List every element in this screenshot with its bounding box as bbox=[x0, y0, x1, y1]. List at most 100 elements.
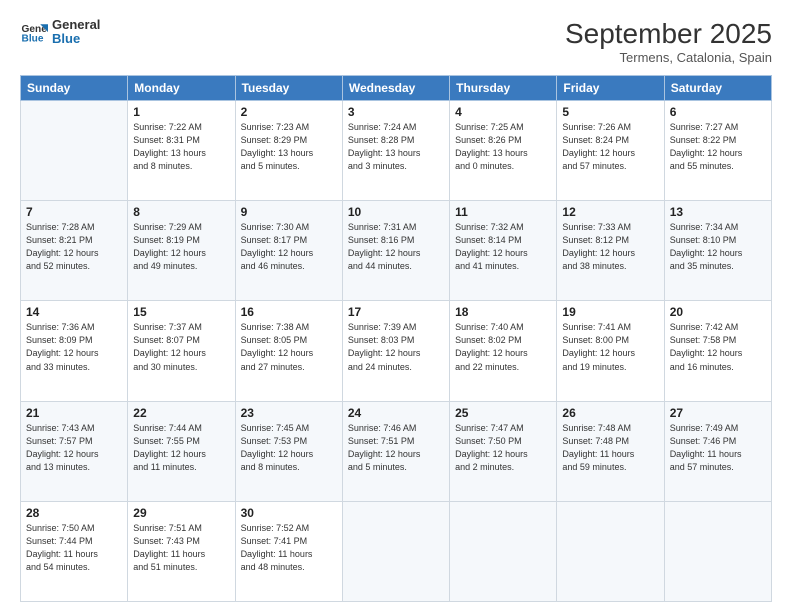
title-block: September 2025 Termens, Catalonia, Spain bbox=[565, 18, 772, 65]
day-number: 30 bbox=[241, 506, 337, 520]
day-info: Sunrise: 7:47 AM Sunset: 7:50 PM Dayligh… bbox=[455, 422, 551, 474]
calendar-cell: 5 Sunrise: 7:26 AM Sunset: 8:24 PM Daylig… bbox=[557, 101, 664, 201]
day-info: Sunrise: 7:41 AM Sunset: 8:00 PM Dayligh… bbox=[562, 321, 658, 373]
logo: General Blue General Blue bbox=[20, 18, 100, 47]
calendar-cell: 6Sunrise: 7:27 AM Sunset: 8:22 PM Daylig… bbox=[664, 101, 771, 201]
day-info: Sunrise: 7:32 AM Sunset: 8:14 PM Dayligh… bbox=[455, 221, 551, 273]
day-info: Sunrise: 7:45 AM Sunset: 7:53 PM Dayligh… bbox=[241, 422, 337, 474]
day-info: Sunrise: 7:50 AM Sunset: 7:44 PM Dayligh… bbox=[26, 522, 122, 574]
calendar-cell bbox=[450, 501, 557, 601]
calendar-cell: 3 Sunrise: 7:24 AM Sunset: 8:28 PM Daylig… bbox=[342, 101, 449, 201]
calendar-cell: 19 Sunrise: 7:41 AM Sunset: 8:00 PM Dayli… bbox=[557, 301, 664, 401]
day-info: Sunrise: 7:28 AM Sunset: 8:21 PM Dayligh… bbox=[26, 221, 122, 273]
day-number: 21 bbox=[26, 406, 122, 420]
calendar-cell: 21 Sunrise: 7:43 AM Sunset: 7:57 PM Dayli… bbox=[21, 401, 128, 501]
logo-blue: Blue bbox=[52, 32, 100, 46]
calendar-cell: 27 Sunrise: 7:49 AM Sunset: 7:46 PM Dayli… bbox=[664, 401, 771, 501]
weekday-monday: Monday bbox=[128, 76, 235, 101]
weekday-friday: Friday bbox=[557, 76, 664, 101]
day-number: 26 bbox=[562, 406, 658, 420]
calendar-cell: 10Sunrise: 7:31 AM Sunset: 8:16 PM Dayli… bbox=[342, 201, 449, 301]
day-number: 4 bbox=[455, 105, 551, 119]
day-number: 29 bbox=[133, 506, 229, 520]
day-info: Sunrise: 7:46 AM Sunset: 7:51 PM Dayligh… bbox=[348, 422, 444, 474]
day-number: 14 bbox=[26, 305, 122, 319]
calendar-cell: 13Sunrise: 7:34 AM Sunset: 8:10 PM Dayli… bbox=[664, 201, 771, 301]
day-info: Sunrise: 7:39 AM Sunset: 8:03 PM Dayligh… bbox=[348, 321, 444, 373]
day-number: 16 bbox=[241, 305, 337, 319]
day-number: 15 bbox=[133, 305, 229, 319]
day-number: 25 bbox=[455, 406, 551, 420]
day-info: Sunrise: 7:44 AM Sunset: 7:55 PM Dayligh… bbox=[133, 422, 229, 474]
calendar-cell: 8 Sunrise: 7:29 AM Sunset: 8:19 PM Daylig… bbox=[128, 201, 235, 301]
day-info: Sunrise: 7:23 AM Sunset: 8:29 PM Dayligh… bbox=[241, 121, 337, 173]
day-info: Sunrise: 7:30 AM Sunset: 8:17 PM Dayligh… bbox=[241, 221, 337, 273]
day-number: 17 bbox=[348, 305, 444, 319]
weekday-tuesday: Tuesday bbox=[235, 76, 342, 101]
day-info: Sunrise: 7:36 AM Sunset: 8:09 PM Dayligh… bbox=[26, 321, 122, 373]
day-number: 9 bbox=[241, 205, 337, 219]
day-info: Sunrise: 7:25 AM Sunset: 8:26 PM Dayligh… bbox=[455, 121, 551, 173]
weekday-saturday: Saturday bbox=[664, 76, 771, 101]
calendar-cell: 30 Sunrise: 7:52 AM Sunset: 7:41 PM Dayli… bbox=[235, 501, 342, 601]
calendar: SundayMondayTuesdayWednesdayThursdayFrid… bbox=[20, 75, 772, 602]
week-row-4: 21 Sunrise: 7:43 AM Sunset: 7:57 PM Dayli… bbox=[21, 401, 772, 501]
location: Termens, Catalonia, Spain bbox=[565, 50, 772, 65]
week-row-3: 14 Sunrise: 7:36 AM Sunset: 8:09 PM Dayli… bbox=[21, 301, 772, 401]
calendar-cell: 26 Sunrise: 7:48 AM Sunset: 7:48 PM Dayli… bbox=[557, 401, 664, 501]
calendar-cell: 23 Sunrise: 7:45 AM Sunset: 7:53 PM Dayli… bbox=[235, 401, 342, 501]
day-number: 19 bbox=[562, 305, 658, 319]
calendar-cell: 11 Sunrise: 7:32 AM Sunset: 8:14 PM Dayli… bbox=[450, 201, 557, 301]
day-info: Sunrise: 7:29 AM Sunset: 8:19 PM Dayligh… bbox=[133, 221, 229, 273]
calendar-cell: 24Sunrise: 7:46 AM Sunset: 7:51 PM Dayli… bbox=[342, 401, 449, 501]
day-number: 3 bbox=[348, 105, 444, 119]
weekday-header-row: SundayMondayTuesdayWednesdayThursdayFrid… bbox=[21, 76, 772, 101]
week-row-1: 1 Sunrise: 7:22 AM Sunset: 8:31 PM Daylig… bbox=[21, 101, 772, 201]
calendar-cell bbox=[21, 101, 128, 201]
weekday-sunday: Sunday bbox=[21, 76, 128, 101]
calendar-cell bbox=[557, 501, 664, 601]
day-number: 10 bbox=[348, 205, 444, 219]
day-info: Sunrise: 7:24 AM Sunset: 8:28 PM Dayligh… bbox=[348, 121, 444, 173]
day-number: 8 bbox=[133, 205, 229, 219]
day-info: Sunrise: 7:52 AM Sunset: 7:41 PM Dayligh… bbox=[241, 522, 337, 574]
day-number: 11 bbox=[455, 205, 551, 219]
day-info: Sunrise: 7:33 AM Sunset: 8:12 PM Dayligh… bbox=[562, 221, 658, 273]
day-info: Sunrise: 7:49 AM Sunset: 7:46 PM Dayligh… bbox=[670, 422, 766, 474]
calendar-cell: 29 Sunrise: 7:51 AM Sunset: 7:43 PM Dayli… bbox=[128, 501, 235, 601]
day-number: 12 bbox=[562, 205, 658, 219]
day-info: Sunrise: 7:26 AM Sunset: 8:24 PM Dayligh… bbox=[562, 121, 658, 173]
calendar-cell: 2Sunrise: 7:23 AM Sunset: 8:29 PM Daylig… bbox=[235, 101, 342, 201]
page-header: General Blue General Blue September 2025… bbox=[20, 18, 772, 65]
calendar-cell: 18Sunrise: 7:40 AM Sunset: 8:02 PM Dayli… bbox=[450, 301, 557, 401]
week-row-5: 28 Sunrise: 7:50 AM Sunset: 7:44 PM Dayli… bbox=[21, 501, 772, 601]
day-number: 5 bbox=[562, 105, 658, 119]
logo-text: General bbox=[52, 18, 100, 32]
month-title: September 2025 bbox=[565, 18, 772, 50]
calendar-cell: 22Sunrise: 7:44 AM Sunset: 7:55 PM Dayli… bbox=[128, 401, 235, 501]
weekday-wednesday: Wednesday bbox=[342, 76, 449, 101]
day-info: Sunrise: 7:43 AM Sunset: 7:57 PM Dayligh… bbox=[26, 422, 122, 474]
day-info: Sunrise: 7:51 AM Sunset: 7:43 PM Dayligh… bbox=[133, 522, 229, 574]
calendar-cell: 7 Sunrise: 7:28 AM Sunset: 8:21 PM Daylig… bbox=[21, 201, 128, 301]
day-number: 18 bbox=[455, 305, 551, 319]
day-number: 7 bbox=[26, 205, 122, 219]
day-number: 28 bbox=[26, 506, 122, 520]
day-number: 1 bbox=[133, 105, 229, 119]
calendar-cell: 17 Sunrise: 7:39 AM Sunset: 8:03 PM Dayli… bbox=[342, 301, 449, 401]
calendar-cell: 16Sunrise: 7:38 AM Sunset: 8:05 PM Dayli… bbox=[235, 301, 342, 401]
calendar-cell: 1 Sunrise: 7:22 AM Sunset: 8:31 PM Daylig… bbox=[128, 101, 235, 201]
svg-text:Blue: Blue bbox=[22, 34, 44, 45]
day-number: 6 bbox=[670, 105, 766, 119]
calendar-cell bbox=[342, 501, 449, 601]
day-info: Sunrise: 7:22 AM Sunset: 8:31 PM Dayligh… bbox=[133, 121, 229, 173]
day-number: 20 bbox=[670, 305, 766, 319]
calendar-cell: 4 Sunrise: 7:25 AM Sunset: 8:26 PM Daylig… bbox=[450, 101, 557, 201]
calendar-cell: 15Sunrise: 7:37 AM Sunset: 8:07 PM Dayli… bbox=[128, 301, 235, 401]
week-row-2: 7 Sunrise: 7:28 AM Sunset: 8:21 PM Daylig… bbox=[21, 201, 772, 301]
day-number: 23 bbox=[241, 406, 337, 420]
calendar-cell: 14 Sunrise: 7:36 AM Sunset: 8:09 PM Dayli… bbox=[21, 301, 128, 401]
day-number: 13 bbox=[670, 205, 766, 219]
day-number: 27 bbox=[670, 406, 766, 420]
day-info: Sunrise: 7:48 AM Sunset: 7:48 PM Dayligh… bbox=[562, 422, 658, 474]
